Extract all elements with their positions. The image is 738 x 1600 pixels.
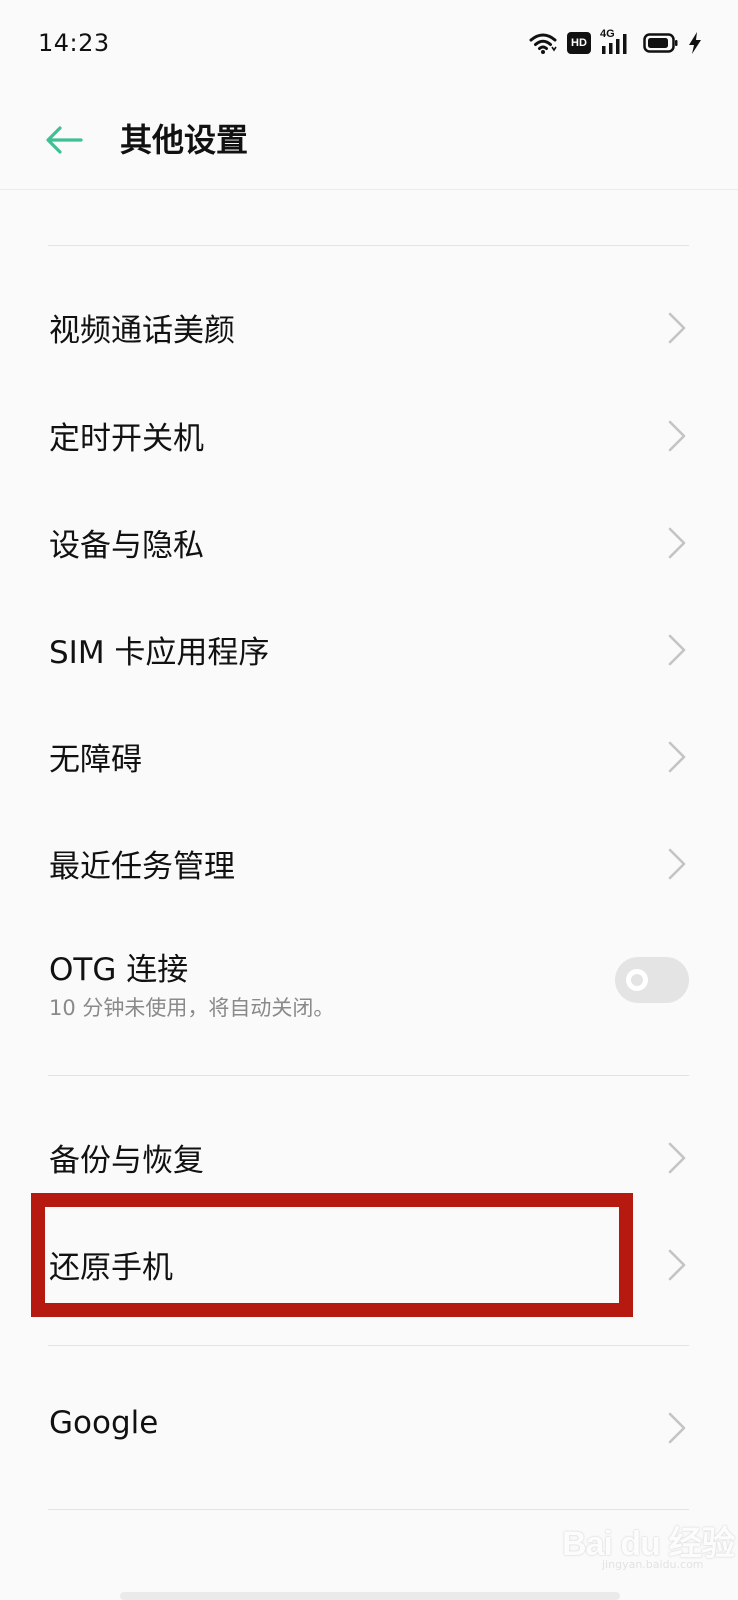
setting-item-label: 无障碍 [49, 742, 142, 778]
signal-icon: 4G [600, 28, 634, 56]
otg-toggle[interactable] [615, 957, 689, 1003]
setting-item-label: Google [49, 1405, 159, 1441]
screen: 14:23 HD 4G 其他设置 视频通话美颜 定时开关机 设备与隐私 SIM … [0, 0, 738, 1600]
setting-item-device-privacy[interactable]: 设备与隐私 [0, 490, 738, 596]
page-title: 其他设置 [120, 121, 249, 159]
bottom-strip [120, 1592, 620, 1600]
charging-icon [688, 31, 702, 55]
setting-item-subtitle: 10 分钟未使用，将自动关闭。 [49, 996, 335, 1020]
baidu-watermark: Bai du 经验 jingyan.baidu.com [562, 1502, 735, 1571]
status-time: 14:23 [38, 29, 110, 57]
setting-item-accessibility[interactable]: 无障碍 [0, 704, 738, 810]
setting-item-label: 最近任务管理 [49, 849, 235, 885]
setting-item-google[interactable]: Google [0, 1375, 738, 1481]
chevron-right-icon [668, 634, 686, 666]
setting-item-backup-restore[interactable]: 备份与恢复 [0, 1105, 738, 1211]
setting-item-label: SIM 卡应用程序 [49, 635, 270, 671]
chevron-right-icon [668, 848, 686, 880]
divider [48, 1345, 689, 1346]
toggle-knob [626, 969, 648, 991]
chevron-right-icon [668, 1412, 686, 1444]
setting-item-label: 视频通话美颜 [49, 313, 235, 349]
setting-item-label: 设备与隐私 [49, 528, 204, 564]
chevron-right-icon [668, 1249, 686, 1281]
setting-item-label: 定时开关机 [49, 421, 204, 457]
back-button[interactable] [38, 114, 90, 166]
arrow-left-icon [46, 126, 83, 154]
setting-item-label: 备份与恢复 [49, 1143, 204, 1179]
setting-item-reset-phone[interactable]: 还原手机 [0, 1212, 738, 1318]
divider [48, 245, 689, 246]
setting-item-label: 还原手机 [49, 1250, 173, 1286]
chevron-right-icon [668, 312, 686, 344]
status-bar: 14:23 HD 4G [0, 0, 738, 90]
setting-item-sim-apps[interactable]: SIM 卡应用程序 [0, 597, 738, 703]
wifi-icon [528, 31, 558, 55]
chevron-right-icon [668, 527, 686, 559]
setting-item-otg: OTG 连接 10 分钟未使用，将自动关闭。 [0, 920, 738, 1040]
battery-icon [643, 32, 679, 54]
setting-item-recent-tasks[interactable]: 最近任务管理 [0, 811, 738, 917]
chevron-right-icon [668, 741, 686, 773]
chevron-right-icon [668, 420, 686, 452]
watermark-sub: jingyan.baidu.com [602, 1558, 704, 1571]
setting-item-label: OTG 连接 [49, 952, 189, 988]
divider [48, 1075, 689, 1076]
setting-item-scheduled-power[interactable]: 定时开关机 [0, 383, 738, 489]
chevron-right-icon [668, 1142, 686, 1174]
app-header: 其他设置 [0, 90, 738, 190]
hd-label: HD [571, 37, 587, 49]
hd-icon: HD [567, 32, 591, 54]
setting-item-video-beauty[interactable]: 视频通话美颜 [0, 275, 738, 381]
status-icons: HD 4G [528, 28, 702, 56]
